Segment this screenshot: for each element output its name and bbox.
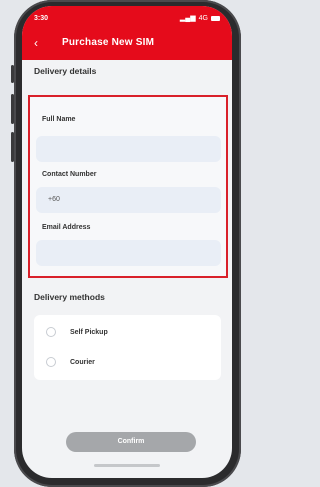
volume-down-button: [11, 132, 14, 162]
status-indicators: ▂▄▆ 4G: [180, 14, 220, 22]
confirm-button[interactable]: Confirm: [66, 432, 196, 452]
self-pickup-radio[interactable]: [46, 327, 56, 337]
app-screen: 3:30 ▂▄▆ 4G ‹ Purchase New SIM Delivery …: [22, 6, 232, 478]
mute-switch: [11, 65, 14, 83]
status-time: 3:30: [34, 15, 49, 22]
contact-number-label: Contact Number: [42, 171, 97, 178]
delivery-methods-heading: Delivery methods: [34, 292, 105, 302]
home-indicator: [94, 464, 160, 467]
courier-option[interactable]: Courier: [46, 357, 95, 367]
delivery-methods-card: Self Pickup Courier: [34, 315, 221, 380]
email-address-label: Email Address: [42, 224, 91, 231]
contact-number-input[interactable]: +60: [36, 187, 221, 213]
volume-up-button: [11, 94, 14, 124]
self-pickup-label: Self Pickup: [70, 328, 108, 336]
signal-icon: ▂▄▆: [179, 15, 196, 22]
full-name-label: Full Name: [42, 116, 76, 123]
courier-radio[interactable]: [46, 357, 56, 367]
status-bar: 3:30 ▂▄▆ 4G: [22, 6, 232, 28]
page-title: Purchase New SIM: [62, 37, 155, 48]
courier-label: Courier: [70, 358, 95, 366]
chevron-left-icon[interactable]: ‹: [34, 36, 38, 50]
network-label: 4G: [198, 14, 208, 22]
battery-icon: [211, 15, 220, 21]
header-bar: ‹ Purchase New SIM: [22, 28, 232, 60]
email-address-input[interactable]: [36, 240, 221, 266]
delivery-details-heading: Delivery details: [34, 66, 97, 76]
self-pickup-option[interactable]: Self Pickup: [46, 327, 108, 337]
full-name-input[interactable]: [36, 136, 221, 162]
